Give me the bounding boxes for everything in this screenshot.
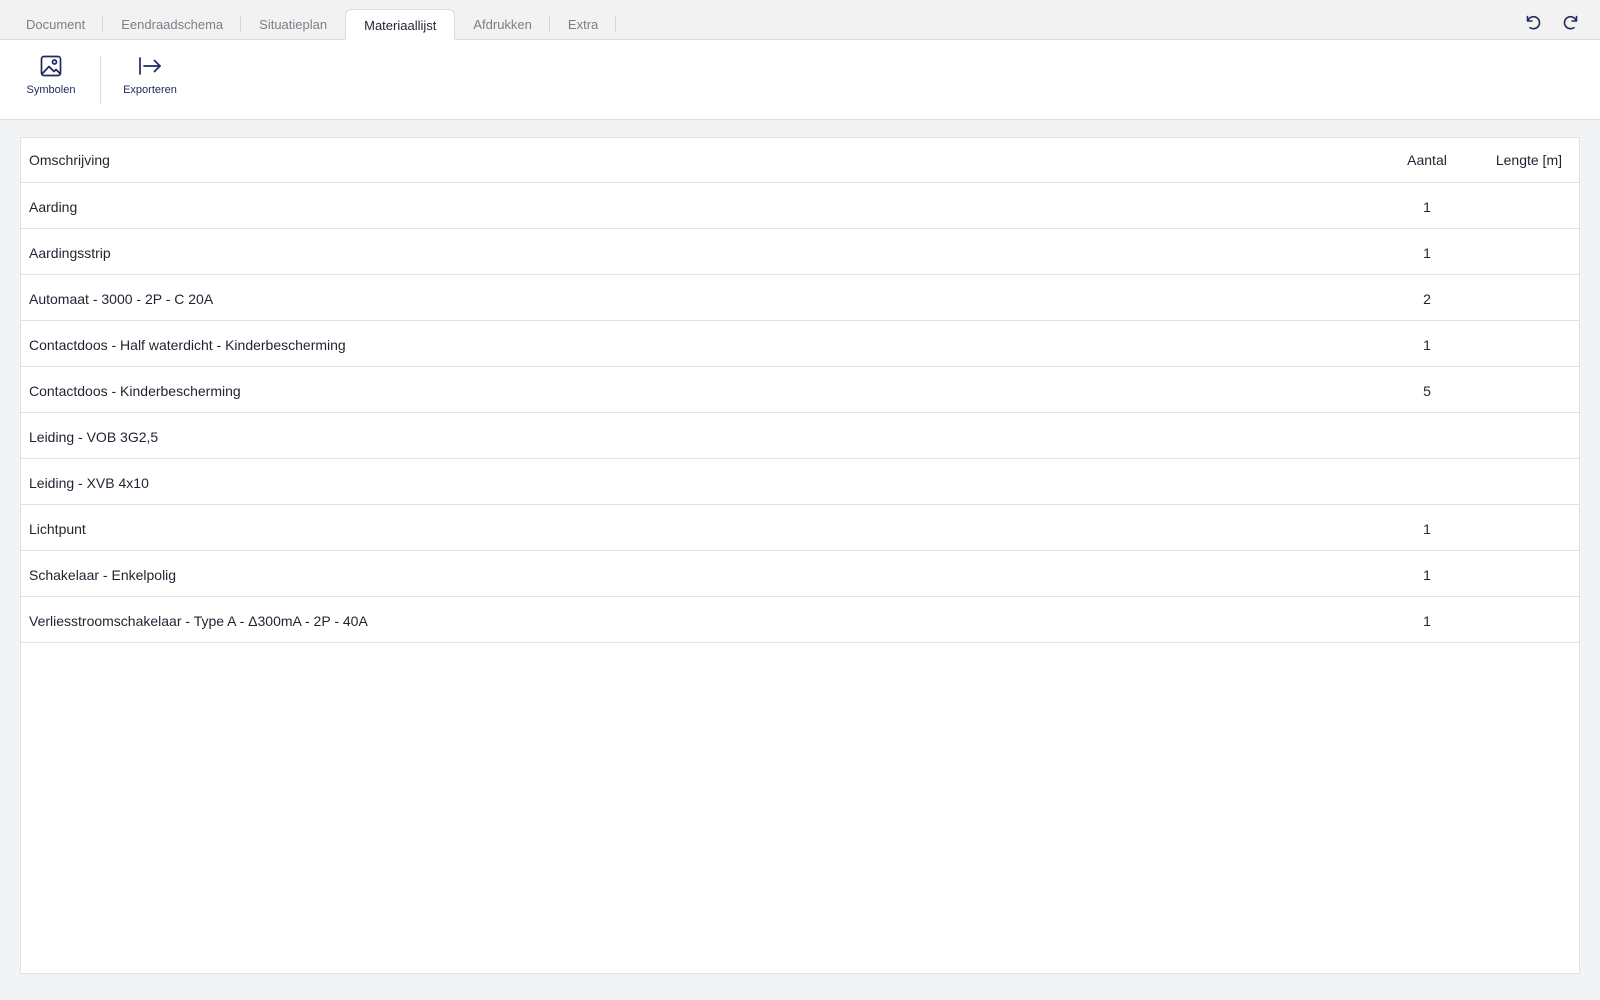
row-description: Leiding - VOB 3G2,5 xyxy=(29,429,159,445)
table-row: Automaat - 3000 - 2P - C 20A 2 xyxy=(21,275,1579,321)
table-body: Aarding 1 Aardingsstrip 1 Automaat - 300… xyxy=(21,183,1579,643)
ribbon-toolbar: Symbolen Exporteren xyxy=(0,40,1600,120)
export-arrow-icon xyxy=(139,57,161,75)
tab-document[interactable]: Document xyxy=(8,9,104,40)
toolbar-divider xyxy=(100,56,101,104)
row-description: Lichtpunt xyxy=(29,521,86,537)
tab-list: Document Eendraadschema Situatieplan Mat… xyxy=(8,9,617,41)
redo-icon xyxy=(1563,15,1578,30)
tab-afdrukken[interactable]: Afdrukken xyxy=(455,9,550,40)
row-description: Leiding - XVB 4x10 xyxy=(29,475,149,491)
table-row: Leiding - XVB 4x10 xyxy=(21,459,1579,505)
row-quantity: 1 xyxy=(1423,613,1431,629)
export-label: Exporteren xyxy=(123,84,177,96)
symbols-label: Symbolen xyxy=(26,84,76,96)
table-row: Contactdoos - Kinderbescherming 5 xyxy=(21,367,1579,413)
row-description: Contactdoos - Kinderbescherming xyxy=(29,383,241,399)
table-row: Lichtpunt 1 xyxy=(21,505,1579,551)
row-description: Aarding xyxy=(29,199,78,215)
row-description: Verliesstroomschakelaar - Type A - Δ300m… xyxy=(29,613,368,629)
table-row: Leiding - VOB 3G2,5 xyxy=(21,413,1579,459)
row-description: Automaat - 3000 - 2P - C 20A xyxy=(29,291,214,307)
row-description: Aardingsstrip xyxy=(29,245,111,261)
tab-situatieplan[interactable]: Situatieplan xyxy=(241,9,345,40)
symbols-button[interactable]: Symbolen xyxy=(25,52,77,104)
undo-button[interactable] xyxy=(1518,8,1548,36)
row-quantity: 1 xyxy=(1423,521,1431,537)
row-description: Contactdoos - Half waterdicht - Kinderbe… xyxy=(29,337,346,353)
row-description: Schakelaar - Enkelpolig xyxy=(29,567,177,583)
undo-icon xyxy=(1526,15,1541,30)
row-quantity: 2 xyxy=(1423,291,1431,307)
row-quantity: 1 xyxy=(1423,337,1431,353)
row-quantity: 1 xyxy=(1423,245,1431,261)
image-icon xyxy=(40,55,62,77)
table-row: Aarding 1 xyxy=(21,183,1579,229)
table-row: Schakelaar - Enkelpolig 1 xyxy=(21,551,1579,597)
row-quantity: 1 xyxy=(1423,199,1431,215)
tab-materiaallijst[interactable]: Materiaallijst xyxy=(345,9,456,41)
material-list-table: Omschrijving Aantal Lengte [m] Aarding 1… xyxy=(20,137,1580,974)
table-row: Verliesstroomschakelaar - Type A - Δ300m… xyxy=(21,597,1579,643)
column-header-description[interactable]: Omschrijving xyxy=(29,152,110,168)
tab-bar: Document Eendraadschema Situatieplan Mat… xyxy=(0,0,1600,41)
table-header: Omschrijving Aantal Lengte [m] xyxy=(21,138,1579,183)
export-button[interactable]: Exporteren xyxy=(118,52,182,104)
tab-extra[interactable]: Extra xyxy=(550,9,617,40)
history-controls xyxy=(1518,8,1586,36)
redo-button[interactable] xyxy=(1556,8,1586,36)
row-quantity: 5 xyxy=(1423,383,1431,399)
table-row: Aardingsstrip 1 xyxy=(21,229,1579,275)
row-quantity: 1 xyxy=(1423,567,1431,583)
column-header-length[interactable]: Lengte [m] xyxy=(1452,152,1562,168)
table-row: Contactdoos - Half waterdicht - Kinderbe… xyxy=(21,321,1579,367)
tab-eendraadschema[interactable]: Eendraadschema xyxy=(103,9,242,40)
